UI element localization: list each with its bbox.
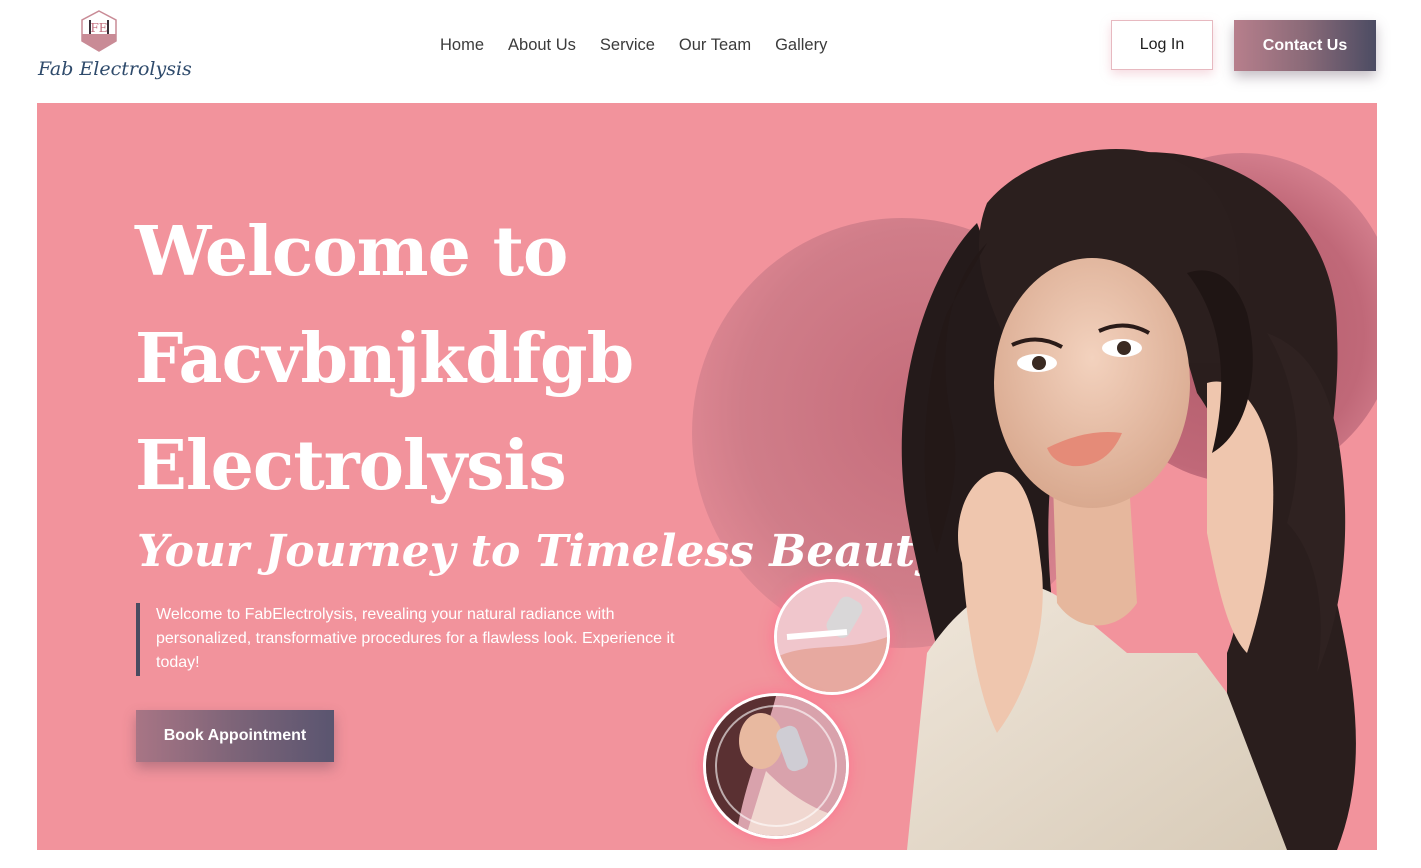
brand-logo[interactable]: FE Fab Electrolysis bbox=[38, 8, 192, 88]
headline-line-3: Electrolysis bbox=[135, 426, 567, 506]
nav-gallery[interactable]: Gallery bbox=[775, 36, 827, 55]
treatment-thumbnail-2 bbox=[703, 693, 849, 839]
treatment-photo-1 bbox=[777, 582, 887, 692]
headline-line-2: Facvbnjkdfgb bbox=[135, 319, 634, 399]
nav-service[interactable]: Service bbox=[600, 36, 655, 55]
nav-our-team[interactable]: Our Team bbox=[679, 36, 751, 55]
treatment-thumbnail-1 bbox=[774, 579, 890, 695]
hero-model-image bbox=[901, 149, 1356, 850]
hero-tagline: Your Journey to Timeless Beauty bbox=[137, 526, 941, 577]
hero-description: Welcome to FabElectrolysis, revealing yo… bbox=[136, 603, 696, 676]
site-header: FE Fab Electrolysis Home About Us Servic… bbox=[0, 0, 1421, 100]
hero-section: Welcome to Facvbnjkdfgb Electrolysis You… bbox=[37, 103, 1377, 850]
hero-headline: Welcome to Facvbnjkdfgb Electrolysis bbox=[135, 199, 755, 520]
logo-wordmark: Fab Electrolysis bbox=[38, 58, 192, 80]
treatment-photo-2 bbox=[706, 696, 846, 836]
contact-us-button[interactable]: Contact Us bbox=[1234, 20, 1376, 71]
login-button[interactable]: Log In bbox=[1111, 20, 1213, 70]
nav-about-us[interactable]: About Us bbox=[508, 36, 576, 55]
logo-monogram: FE bbox=[90, 21, 107, 35]
logo-hexagon-icon: FE bbox=[81, 10, 117, 52]
nav-home[interactable]: Home bbox=[440, 36, 484, 55]
main-nav: Home About Us Service Our Team Gallery bbox=[440, 36, 827, 55]
headline-line-1: Welcome to bbox=[135, 212, 568, 292]
book-appointment-button[interactable]: Book Appointment bbox=[136, 710, 334, 762]
